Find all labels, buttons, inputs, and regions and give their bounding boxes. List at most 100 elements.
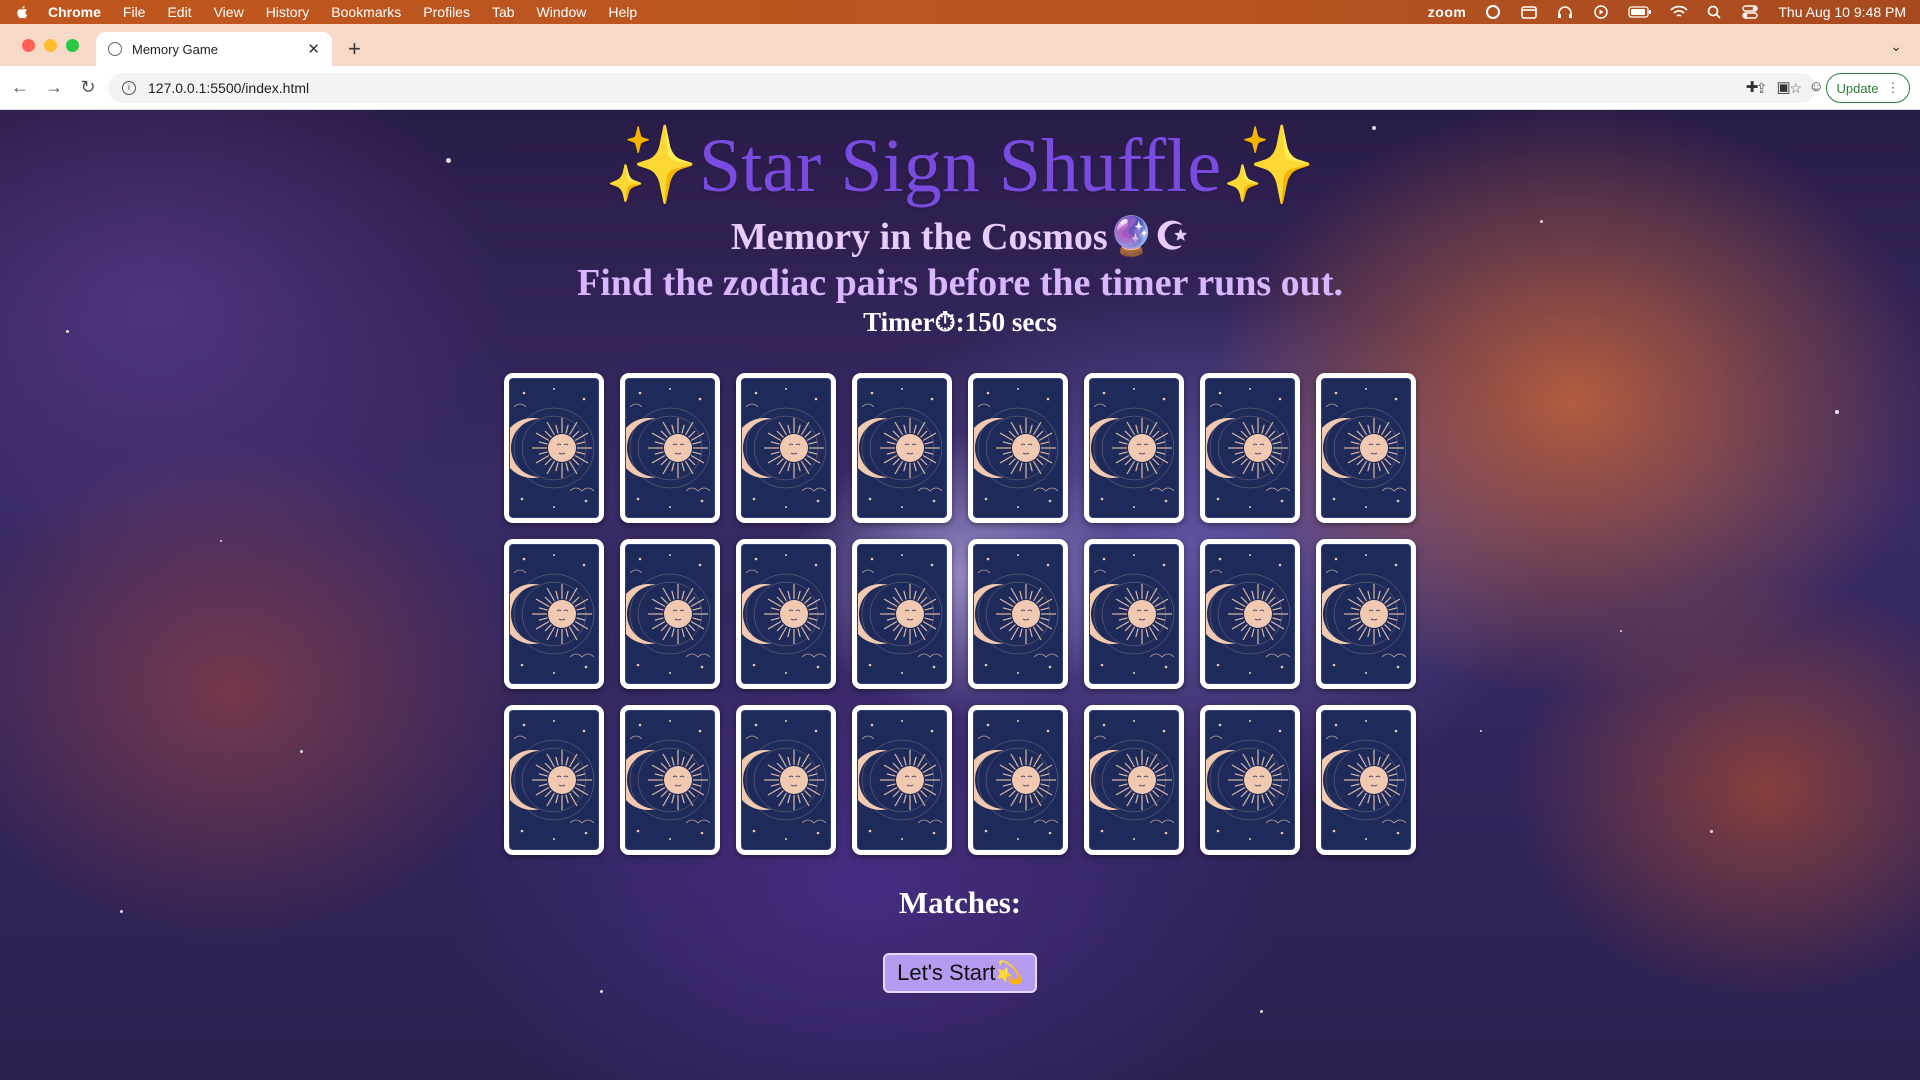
memory-card[interactable] bbox=[1316, 373, 1416, 523]
memory-card[interactable] bbox=[1316, 539, 1416, 689]
memory-card[interactable] bbox=[852, 373, 952, 523]
game-page: ✨Star Sign Shuffle✨ Memory in the Cosmos… bbox=[0, 110, 1920, 1080]
close-window-button[interactable] bbox=[22, 39, 35, 52]
memory-card[interactable] bbox=[620, 705, 720, 855]
side-panel-icon[interactable]: ▣ bbox=[1776, 78, 1790, 96]
minimize-window-button[interactable] bbox=[44, 39, 57, 52]
browser-toolbar: ← → ↻ i 127.0.0.1:5500/index.html ⇪ ☆ ✚ … bbox=[0, 66, 1920, 110]
memory-card[interactable] bbox=[968, 705, 1068, 855]
sun-moon-tarot-icon bbox=[1205, 710, 1295, 850]
game-instructions: Find the zodiac pairs before the timer r… bbox=[577, 262, 1343, 304]
address-bar[interactable]: i 127.0.0.1:5500/index.html ⇪ ☆ bbox=[108, 73, 1816, 103]
sun-moon-tarot-icon bbox=[1205, 378, 1295, 518]
memory-card[interactable] bbox=[504, 373, 604, 523]
grammarly-icon[interactable] bbox=[1484, 5, 1502, 19]
matches-counter: Matches: bbox=[898, 885, 1022, 920]
forward-arrow-icon[interactable]: → bbox=[40, 77, 68, 98]
tab-title: Memory Game bbox=[132, 41, 218, 57]
new-tab-button[interactable]: + bbox=[348, 36, 361, 62]
play-circle-icon[interactable] bbox=[1592, 5, 1610, 19]
sun-moon-tarot-icon bbox=[1089, 378, 1179, 518]
menu-app-name[interactable]: Chrome bbox=[48, 4, 101, 20]
update-label: Update bbox=[1836, 80, 1879, 96]
sun-moon-tarot-icon bbox=[509, 378, 599, 518]
menu-view[interactable]: View bbox=[214, 4, 244, 20]
memory-card[interactable] bbox=[852, 705, 952, 855]
memory-card[interactable] bbox=[968, 373, 1068, 523]
memory-card[interactable] bbox=[1200, 705, 1300, 855]
profile-avatar-icon[interactable]: ☺ bbox=[1809, 78, 1824, 96]
menu-profiles[interactable]: Profiles bbox=[423, 4, 470, 20]
kebab-menu-icon[interactable]: ⋮ bbox=[1886, 80, 1899, 96]
memory-card[interactable] bbox=[1200, 539, 1300, 689]
menu-bookmarks[interactable]: Bookmarks bbox=[331, 4, 401, 20]
sun-moon-tarot-icon bbox=[973, 710, 1063, 850]
control-center-icon[interactable] bbox=[1742, 5, 1760, 19]
memory-card[interactable] bbox=[736, 539, 836, 689]
menubar-clock[interactable]: Thu Aug 10 9:48 PM bbox=[1778, 4, 1906, 20]
extensions-puzzle-icon[interactable]: ✚ bbox=[1746, 78, 1759, 96]
timer-display: Timer⏱:150 secs bbox=[863, 307, 1057, 337]
sun-moon-tarot-icon bbox=[1205, 544, 1295, 684]
menu-file[interactable]: File bbox=[123, 4, 146, 20]
memory-card[interactable] bbox=[504, 705, 604, 855]
battery-icon[interactable] bbox=[1628, 5, 1652, 19]
globe-icon bbox=[108, 42, 122, 56]
sun-moon-tarot-icon bbox=[1089, 544, 1179, 684]
wifi-icon[interactable] bbox=[1670, 5, 1688, 19]
game-title: ✨Star Sign Shuffle✨ bbox=[604, 124, 1316, 208]
update-button[interactable]: Update ⋮ bbox=[1826, 73, 1910, 103]
memory-card[interactable] bbox=[1084, 705, 1184, 855]
sun-moon-tarot-icon bbox=[857, 710, 947, 850]
tab-search-chevron-icon[interactable]: ⌄ bbox=[1890, 38, 1902, 55]
sun-moon-tarot-icon bbox=[857, 378, 947, 518]
memory-card[interactable] bbox=[736, 705, 836, 855]
menu-history[interactable]: History bbox=[266, 4, 310, 20]
sun-moon-tarot-icon bbox=[973, 544, 1063, 684]
sun-moon-tarot-icon bbox=[1321, 544, 1411, 684]
back-arrow-icon[interactable]: ← bbox=[6, 77, 34, 98]
menu-tab[interactable]: Tab bbox=[492, 4, 515, 20]
menu-window[interactable]: Window bbox=[537, 4, 587, 20]
sun-moon-tarot-icon bbox=[741, 544, 831, 684]
window-controls bbox=[22, 39, 79, 52]
memory-card[interactable] bbox=[968, 539, 1068, 689]
zoom-status-item[interactable]: zoom bbox=[1428, 4, 1467, 20]
macos-menu-bar: Chrome File Edit View History Bookmarks … bbox=[0, 0, 1920, 24]
spotlight-search-icon[interactable] bbox=[1706, 5, 1724, 19]
url-text[interactable]: 127.0.0.1:5500/index.html bbox=[148, 80, 309, 96]
memory-card[interactable] bbox=[1316, 705, 1416, 855]
game-subtitle: Memory in the Cosmos🔮☪ bbox=[730, 216, 1190, 258]
sun-moon-tarot-icon bbox=[741, 378, 831, 518]
memory-card[interactable] bbox=[620, 539, 720, 689]
site-info-icon[interactable]: i bbox=[122, 81, 136, 95]
memory-card[interactable] bbox=[620, 373, 720, 523]
sun-moon-tarot-icon bbox=[625, 710, 715, 850]
sun-moon-tarot-icon bbox=[625, 544, 715, 684]
menubar-status-area: zoom Thu Aug 10 9:48 PM bbox=[1428, 4, 1906, 20]
sun-moon-tarot-icon bbox=[973, 378, 1063, 518]
headphones-icon[interactable] bbox=[1556, 5, 1574, 19]
memory-card[interactable] bbox=[852, 539, 952, 689]
memory-card[interactable] bbox=[1200, 373, 1300, 523]
menu-help[interactable]: Help bbox=[608, 4, 637, 20]
sun-moon-tarot-icon bbox=[509, 710, 599, 850]
browser-tab-memory-game[interactable]: Memory Game ✕ bbox=[96, 32, 332, 66]
calendar-icon[interactable] bbox=[1520, 5, 1538, 19]
sun-moon-tarot-icon bbox=[1321, 710, 1411, 850]
zoom-window-button[interactable] bbox=[66, 39, 79, 52]
sun-moon-tarot-icon bbox=[509, 544, 599, 684]
memory-card[interactable] bbox=[736, 373, 836, 523]
reload-icon[interactable]: ↻ bbox=[74, 77, 102, 98]
menu-edit[interactable]: Edit bbox=[167, 4, 191, 20]
memory-card[interactable] bbox=[1084, 373, 1184, 523]
close-tab-icon[interactable]: ✕ bbox=[307, 40, 320, 58]
apple-logo-icon[interactable] bbox=[14, 4, 30, 20]
memory-card[interactable] bbox=[504, 539, 604, 689]
browser-tab-strip: Memory Game ✕ + ⌄ bbox=[0, 24, 1920, 66]
sun-moon-tarot-icon bbox=[625, 378, 715, 518]
memory-card[interactable] bbox=[1084, 539, 1184, 689]
sun-moon-tarot-icon bbox=[741, 710, 831, 850]
card-grid bbox=[504, 373, 1416, 855]
start-game-button[interactable]: Let's Start💫 bbox=[883, 953, 1037, 993]
